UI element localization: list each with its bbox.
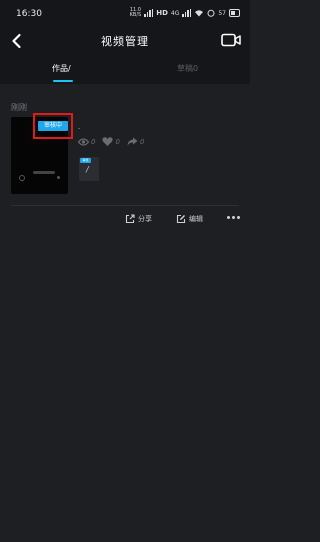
tab-bar: 作品/ 草稿0 [0, 54, 250, 84]
highlight-box [33, 113, 73, 139]
edit-button[interactable]: 编辑 [176, 214, 203, 224]
more-options-icon[interactable] [227, 216, 240, 219]
status-icons: 11.0 KB/S HD 4G 57 [130, 8, 240, 18]
heart-icon [102, 137, 114, 146]
mini-thumbnail[interactable]: 审核 / [79, 157, 99, 181]
signal-icon-2 [182, 9, 192, 17]
tab-works[interactable]: 作品/ [52, 63, 71, 74]
share-label: 分享 [138, 215, 152, 223]
mini-thumbnail-text: / [86, 165, 89, 174]
battery-label: 57 [218, 9, 226, 17]
eye-icon [78, 137, 89, 146]
page-title: 视频管理 [101, 35, 149, 48]
share-arrow-icon [127, 137, 138, 146]
status-time: 16:30 [16, 9, 42, 19]
share-icon [125, 214, 135, 224]
views-count: 0 [91, 137, 96, 146]
likes-stat: 0 [102, 137, 120, 146]
tab-drafts[interactable]: 草稿0 [177, 63, 198, 74]
shares-stat: 0 [127, 137, 144, 146]
wifi-icon [195, 10, 204, 17]
mini-review-badge: 审核 [80, 158, 91, 163]
tab-active-indicator [53, 80, 73, 82]
app-header: 视频管理 [0, 26, 250, 54]
edit-label: 编辑 [189, 215, 203, 223]
views-stat: 0 [78, 138, 95, 146]
edit-icon [176, 214, 186, 224]
post-description: . [78, 123, 81, 131]
status-bar: 16:30 11.0 KB/S HD 4G 57 [0, 0, 250, 26]
section-time-label: 刚刚 [11, 103, 27, 112]
signal-icon [144, 9, 154, 17]
network-speed: 11.0 KB/S [129, 7, 142, 18]
network-type-label: 4G [170, 9, 180, 17]
post-actions: 分享 编辑 [0, 214, 250, 230]
alarm-icon [207, 9, 215, 17]
battery-icon [229, 9, 240, 17]
divider [11, 205, 239, 206]
stats-row: 0 0 0 [78, 137, 148, 146]
share-button[interactable]: 分享 [125, 214, 152, 224]
shares-count: 0 [139, 137, 145, 146]
likes-count: 0 [115, 137, 120, 146]
hd-badge: HD [156, 9, 168, 17]
camera-icon[interactable] [221, 33, 241, 47]
